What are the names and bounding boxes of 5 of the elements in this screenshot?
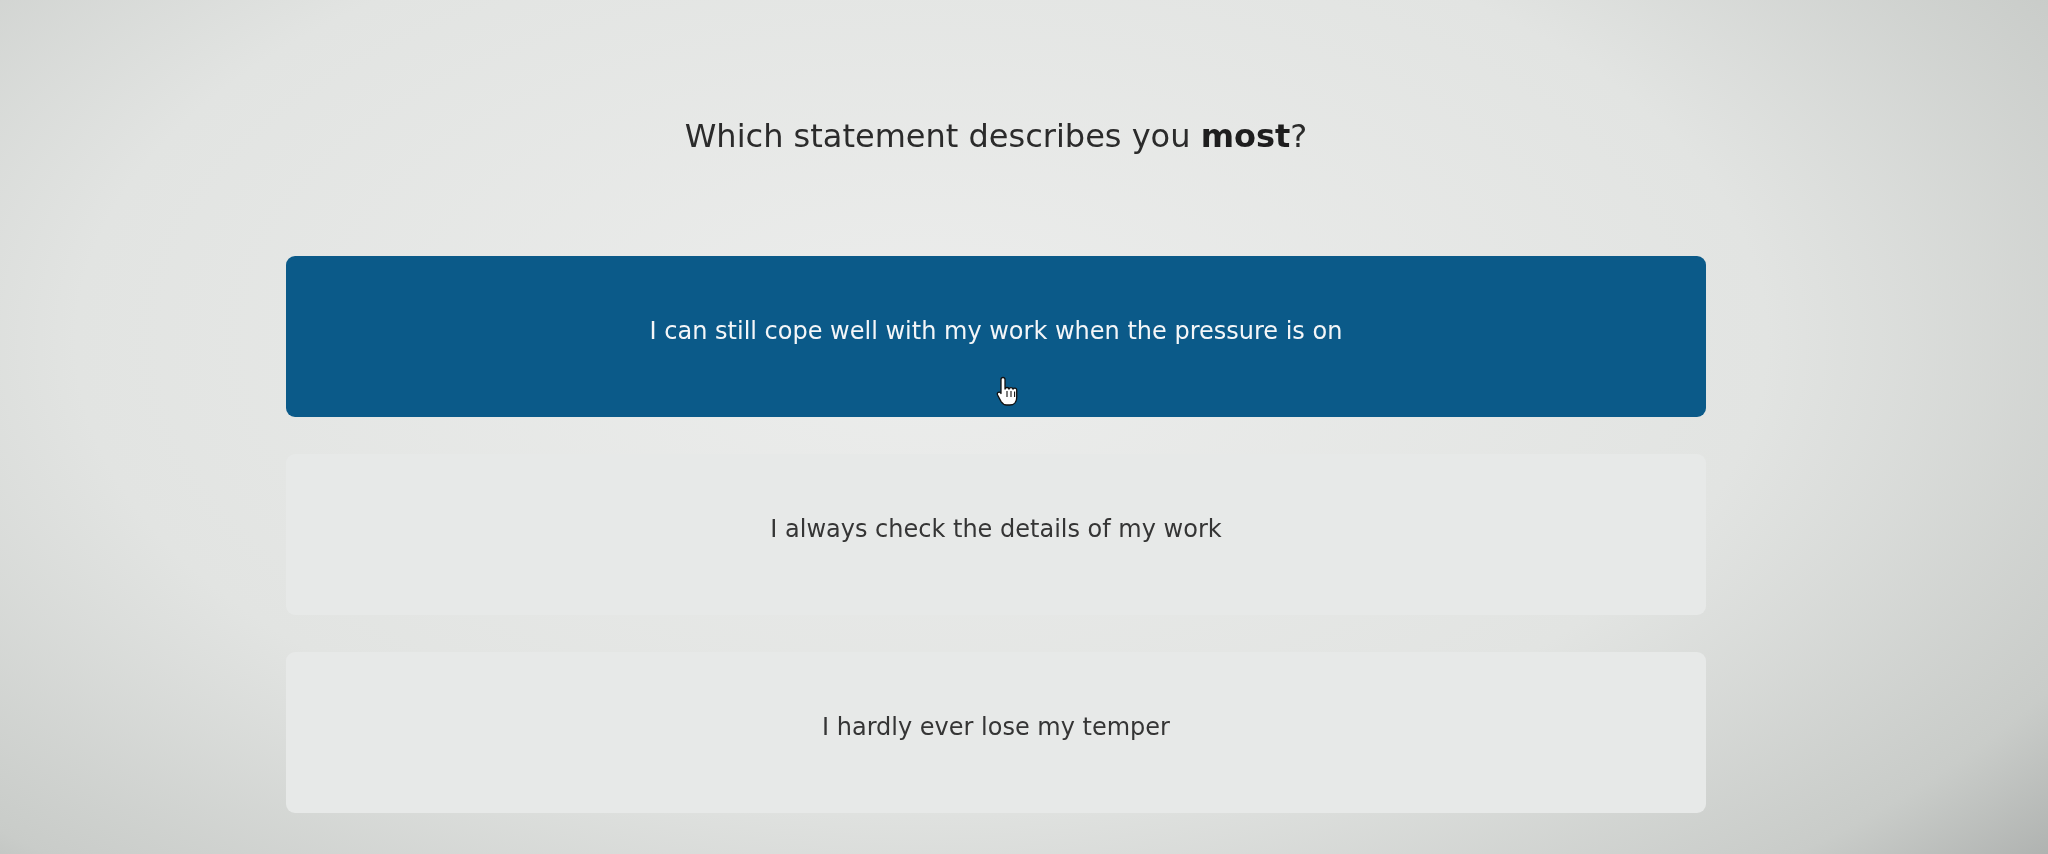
- answer-option[interactable]: I always check the details of my work: [286, 454, 1706, 615]
- answer-option[interactable]: I can still cope well with my work when the pressure is on: [286, 256, 1706, 417]
- answer-option[interactable]: I hardly ever lose my temper: [286, 652, 1706, 813]
- question-text: Which statement describes you most?: [684, 116, 1308, 157]
- hand-cursor-icon: [996, 376, 1018, 406]
